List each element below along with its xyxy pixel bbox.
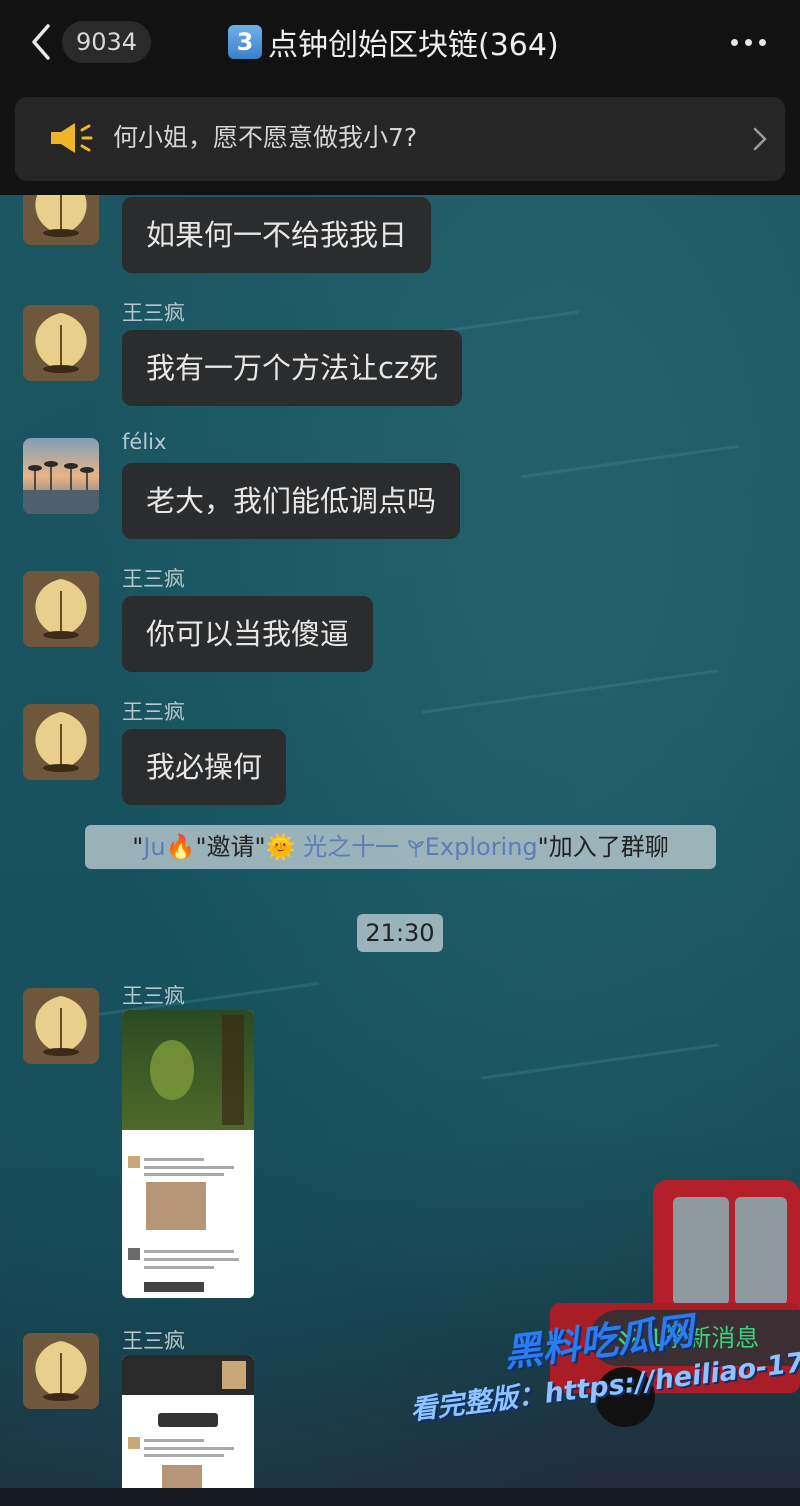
message-bubble[interactable]: 你可以当我傻逼 <box>122 596 374 672</box>
invitee-name[interactable]: 光之十一 <box>295 833 406 861</box>
chat-header: 9034 3 点钟创始区块链(364) 何小姐，愿不愿意做我小7? <box>0 0 800 195</box>
sender-name: 王三疯 <box>122 700 185 724</box>
keycap-3-emoji: 3 <box>228 25 262 59</box>
time-divider: 21:30 <box>357 914 443 952</box>
unread-count-badge[interactable]: 9034 <box>62 21 152 63</box>
avatar[interactable] <box>23 438 99 514</box>
avatar[interactable] <box>23 704 99 780</box>
notice-tail: "加入了群聊 <box>537 833 669 861</box>
sun-emoji: 🌞 <box>265 833 296 861</box>
avatar[interactable] <box>23 195 99 245</box>
announcement-text: 何小姐，愿不愿意做我小7? <box>113 123 418 152</box>
fire-emoji: 🔥 <box>165 833 196 861</box>
inviter-name[interactable]: Ju <box>143 833 165 861</box>
chat-title-area[interactable]: 3 点钟创始区块链(364) <box>228 20 559 64</box>
chevron-left-icon[interactable] <box>26 22 58 62</box>
sender-name: félix <box>122 430 167 454</box>
notice-quote: " <box>132 833 144 861</box>
more-dots-icon[interactable] <box>728 28 768 56</box>
screenshot-image[interactable] <box>122 1010 254 1298</box>
avatar[interactable] <box>23 1333 99 1409</box>
sprout-icon <box>407 840 424 857</box>
chevron-right-icon <box>753 127 767 151</box>
sender-name: 王三疯 <box>122 984 185 1008</box>
message-bubble[interactable]: 老大，我们能低调点吗 <box>122 463 461 539</box>
input-bar-edge <box>0 1488 800 1506</box>
megaphone-icon <box>51 123 93 153</box>
sender-name: 王三疯 <box>122 1329 185 1353</box>
notice-invite-text: "邀请" <box>195 833 266 861</box>
avatar[interactable] <box>23 305 99 381</box>
invitee-suffix[interactable]: Exploring <box>425 833 538 861</box>
message-bubble[interactable]: 如果何一不给我我日 <box>122 197 432 273</box>
system-join-notice: "Ju🔥"邀请"🌞 光之十一 Exploring"加入了群聊 <box>85 825 716 869</box>
message-bubble[interactable]: 我有一万个方法让cz死 <box>122 330 463 406</box>
group-announcement-banner[interactable]: 何小姐，愿不愿意做我小7? <box>15 97 785 181</box>
chat-title: 点钟创始区块链(364) <box>268 28 559 63</box>
sender-name: 王三疯 <box>122 567 185 591</box>
sender-name: 王三疯 <box>122 301 185 325</box>
avatar[interactable] <box>23 571 99 647</box>
screenshot-image[interactable] <box>122 1355 254 1506</box>
avatar[interactable] <box>23 988 99 1064</box>
message-bubble[interactable]: 我必操何 <box>122 729 287 805</box>
